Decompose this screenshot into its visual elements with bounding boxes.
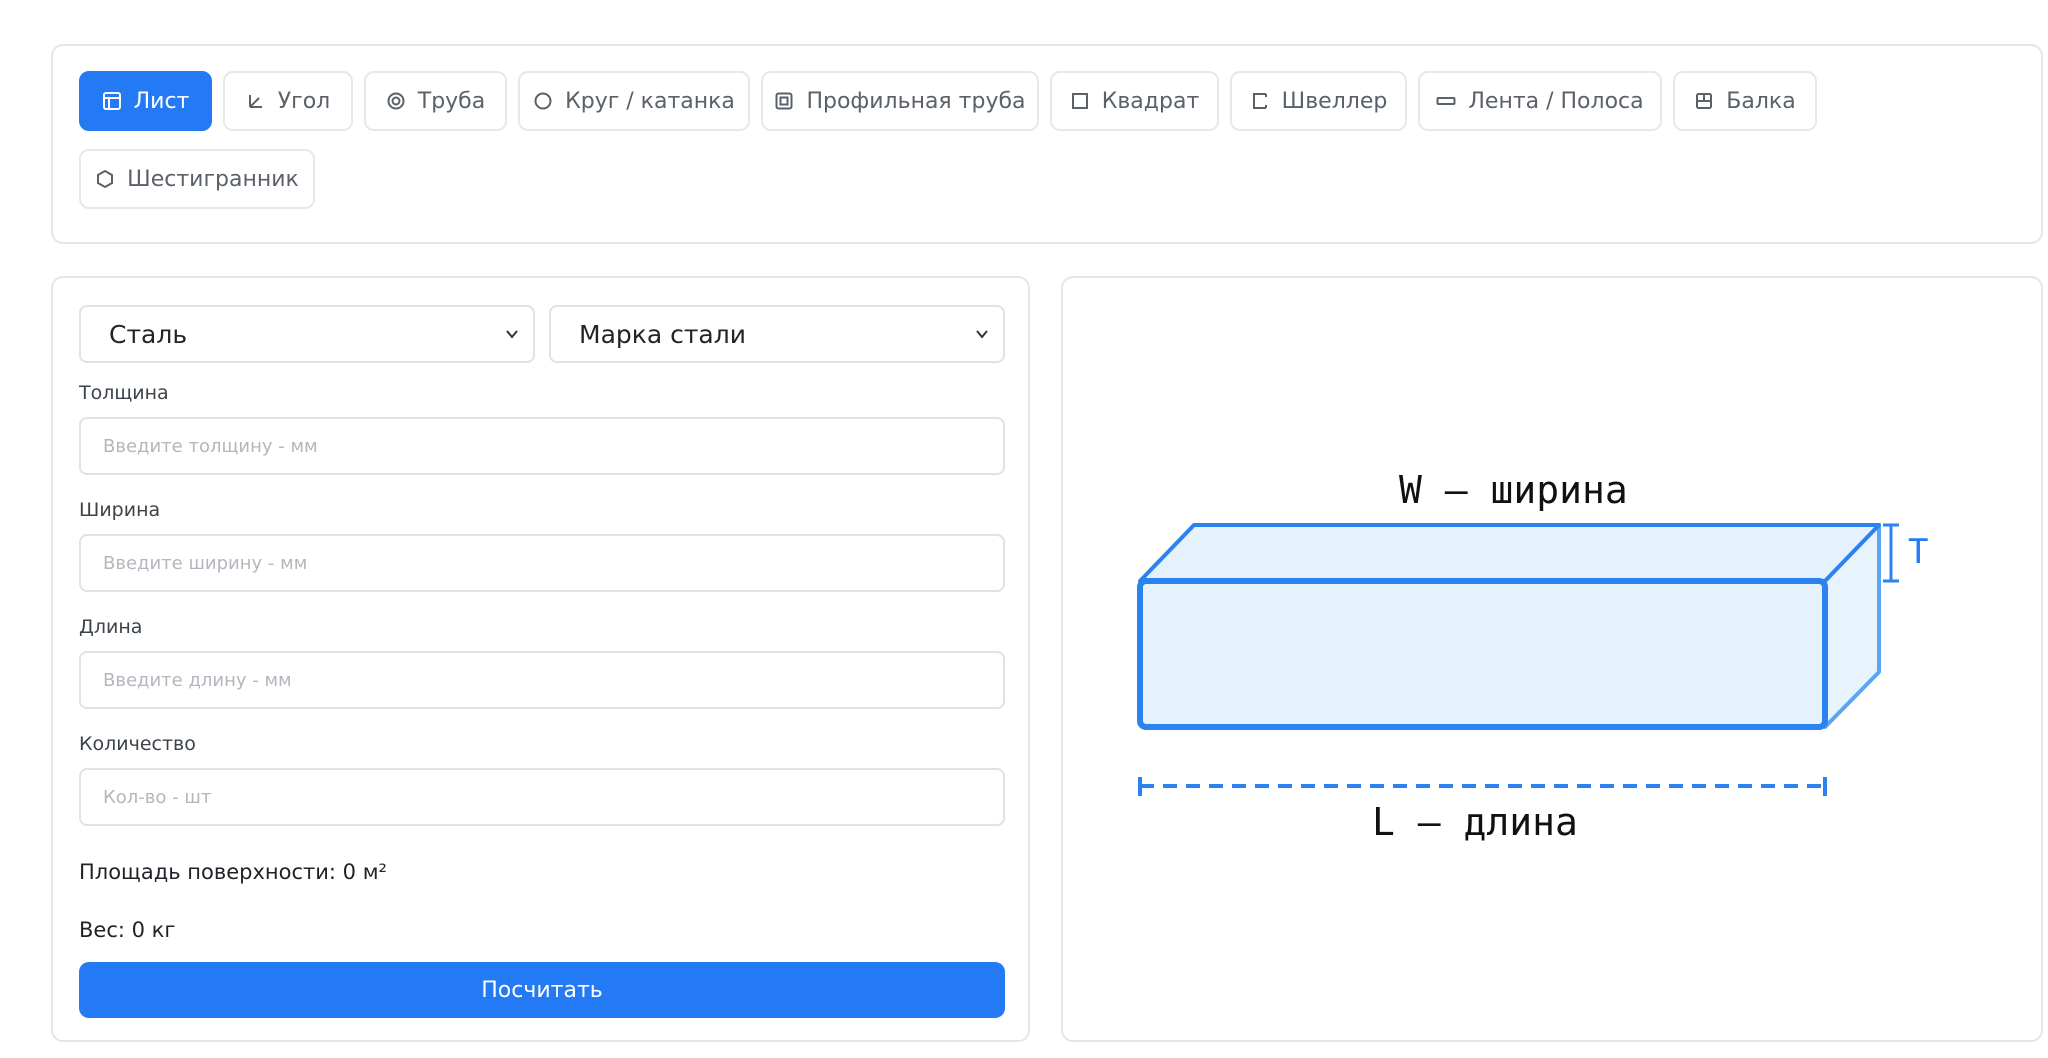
circle-icon [533,91,553,111]
tab-profile-pipe[interactable]: Профильная труба [761,71,1039,131]
square-icon [1070,91,1090,111]
tab-row-2: Шестигранник [79,149,326,209]
tab-label: Профильная труба [806,88,1026,114]
material-select[interactable]: Сталь [79,305,535,363]
tab-label: Квадрат [1101,88,1200,114]
chevron-down-icon [506,330,518,339]
width-label: Ширина [79,499,161,521]
length-dimension-label: L — длина [1372,800,1578,844]
tab-label: Шестигранник [127,166,299,192]
steel-grade-select[interactable]: Марка стали [549,305,1005,363]
hexagon-icon [95,169,115,189]
tab-label: Лист [133,88,190,114]
tab-label: Швеллер [1281,88,1388,114]
thickness-input[interactable] [79,417,1005,475]
length-dimension-line [1138,777,1827,796]
tab-label: Труба [417,88,486,114]
tab-pipe[interactable]: Труба [364,71,507,131]
thickness-dimension-label: T [1908,532,1929,572]
sheet-top-face [1138,523,1881,583]
tab-square[interactable]: Квадрат [1050,71,1219,131]
steel-grade-select-value: Марка стали [579,319,746,349]
tab-label: Лента / Полоса [1468,88,1644,114]
length-label: Длина [79,616,143,638]
beam-icon [1694,91,1714,111]
chevron-down-icon [976,330,988,339]
thickness-label: Толщина [79,382,169,404]
tab-angle[interactable]: Угол [223,71,353,131]
tab-channel[interactable]: Швеллер [1230,71,1407,131]
quantity-input[interactable] [79,768,1005,826]
profile-tabs-panel: Лист Угол Труба Круг / катанка Профильна… [51,44,2043,244]
sheet-diagram [1137,523,1899,796]
calculator-page: Лист Угол Труба Круг / катанка Профильна… [0,0,2048,1058]
quantity-label: Количество [79,733,196,755]
tab-hexagon[interactable]: Шестигранник [79,149,315,209]
calculate-button[interactable]: Посчитать [79,962,1005,1018]
thickness-marker [1883,523,1899,583]
tab-row-1: Лист Угол Труба Круг / катанка Профильна… [79,71,1828,131]
tab-label: Круг / катанка [565,88,735,114]
width-input[interactable] [79,534,1005,592]
profile-pipe-icon [774,91,794,111]
tab-circle[interactable]: Круг / катанка [518,71,750,131]
tab-strip[interactable]: Лента / Полоса [1418,71,1662,131]
surface-area-result: Площадь поверхности: 0 м² [79,860,387,884]
strip-icon [1436,91,1456,111]
length-input[interactable] [79,651,1005,709]
calculator-form: Сталь Марка стали Толщина Ширина Длина К… [51,276,1030,1042]
angle-icon [246,91,266,111]
tab-sheet[interactable]: Лист [79,71,212,131]
tab-label: Балка [1726,88,1796,114]
tab-beam[interactable]: Балка [1673,71,1817,131]
pipe-icon [386,91,406,111]
sheet-front-face [1137,578,1828,730]
material-select-value: Сталь [109,319,188,349]
sheet-icon [102,91,122,111]
channel-icon [1250,91,1270,111]
sheet-diagram-panel: W — ширина T L — длина [1061,276,2043,1042]
tab-label: Угол [277,88,331,114]
weight-result: Вес: 0 кг [79,918,176,942]
width-dimension-label: W — ширина [1399,468,1628,512]
